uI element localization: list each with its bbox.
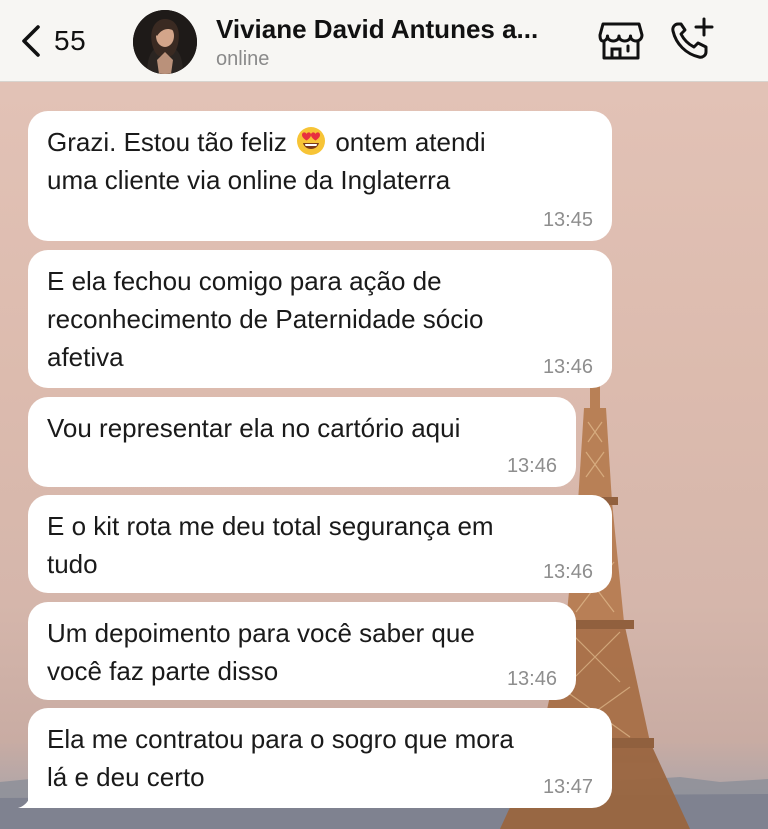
message-bubble[interactable]: Vou representar ela no cartório aqui 13:…: [28, 397, 576, 487]
message-timestamp: 13:46: [542, 561, 593, 583]
message-text-part: Grazi. Estou tão feliz: [47, 127, 295, 157]
add-call-button[interactable]: [668, 16, 716, 62]
message-bubble[interactable]: Um depoimento para você saber que você f…: [28, 602, 576, 700]
phone-add-icon: [668, 17, 716, 66]
contact-name[interactable]: Viviane David Antunes a...: [216, 14, 576, 45]
avatar[interactable]: [133, 10, 197, 74]
message-timestamp: 13:46: [542, 356, 593, 378]
chevron-left-icon: [18, 23, 42, 59]
message-text: Um depoimento para você saber que você f…: [47, 618, 475, 686]
heart-eyes-emoji: [296, 126, 326, 156]
chat-header: 55 Viviane David Antunes a... online: [0, 0, 768, 82]
storefront-button[interactable]: [598, 20, 644, 62]
message-text: Grazi. Estou tão feliz ontem atendi uma …: [47, 123, 542, 199]
back-button[interactable]: 55: [18, 20, 86, 62]
message-timestamp: 13:47: [542, 776, 593, 798]
message-timestamp: 13:46: [506, 668, 557, 690]
message-bubble[interactable]: Grazi. Estou tão feliz ontem atendi uma …: [28, 111, 612, 241]
message-bubble[interactable]: E ela fechou comigo para ação de reconhe…: [28, 250, 612, 388]
message-bubble[interactable]: Ela me contratou para o sogro que mora l…: [28, 708, 612, 808]
message-list: Grazi. Estou tão feliz ontem atendi uma …: [0, 0, 768, 829]
storefront-icon: [598, 22, 644, 66]
contact-status: online: [216, 48, 270, 70]
bubble-tail: [18, 786, 46, 808]
message-timestamp: 13:45: [542, 209, 593, 231]
message-timestamp: 13:46: [506, 455, 557, 477]
message-text: Ela me contratou para o sogro que mora l…: [47, 724, 514, 792]
message-text: Vou representar ela no cartório aqui: [47, 413, 461, 443]
unread-count: 55: [54, 25, 87, 56]
message-text: E ela fechou comigo para ação de reconhe…: [47, 266, 484, 372]
message-text: E o kit rota me deu total segurança em t…: [47, 511, 494, 579]
message-bubble[interactable]: E o kit rota me deu total segurança em t…: [28, 495, 612, 593]
